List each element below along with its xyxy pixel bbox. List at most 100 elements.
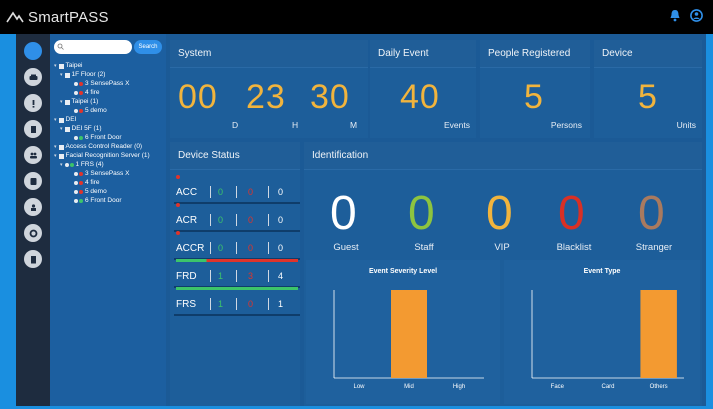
bell-icon[interactable] [669,9,681,22]
separator [236,186,237,198]
online-count: 0 [218,187,224,197]
tree-node-label: Facial Recognition Server (1) [65,152,150,159]
camera-icon [74,136,83,140]
device-status-row: FRD 1 3 4 [174,259,300,288]
system-days: 00 [178,78,218,116]
search-icon [57,43,64,50]
users-icon[interactable] [24,146,42,164]
icon-sidebar [16,34,50,406]
identification-count: 0 [638,187,665,240]
device-status-row: ACR 0 0 0 [174,203,300,232]
chart-bar[interactable] [640,290,677,378]
device-unit: Units [676,120,696,130]
home-icon[interactable] [24,42,42,60]
tree-node[interactable]: 5 demo [74,188,107,196]
tree-node[interactable]: ▾ 1F Floor (2) [60,71,105,79]
status-bar [176,259,298,262]
document-icon[interactable] [24,120,42,138]
row-divider [174,202,300,204]
settings-icon[interactable] [24,224,42,242]
app-logo[interactable]: SmartPASS [6,9,109,26]
row-divider [174,314,300,316]
tree-node-label: 4 fire [85,89,100,96]
chevron-down-icon[interactable]: ▾ [60,125,63,133]
chevron-down-icon[interactable]: ▾ [54,143,57,151]
tree-node[interactable]: ▾ Facial Recognition Server (1) [54,152,150,160]
dashboard: System 00 23 30 D H M Daily Event 40 Eve… [166,34,706,406]
building-icon [58,63,64,69]
separator [210,298,211,310]
search-button[interactable]: Search [134,40,162,54]
offline-count: 0 [248,215,254,225]
camera-icon [74,172,83,176]
device-value: 5 [638,78,658,116]
device-status-panel: Device Status ACC 0 0 0 ACR 0 0 0 ACCR 0 0 0 FRD 1 3 4 F… [170,142,300,406]
system-d-label: D [232,120,239,130]
user-icon[interactable] [690,9,703,22]
offline-count: 3 [248,271,254,281]
tree-node[interactable]: ▾ Taipei (1) [60,98,98,106]
tree-node[interactable]: 4 fire [74,89,99,97]
id-card-icon[interactable] [24,172,42,190]
tree-node[interactable]: 6 Front Door [74,197,122,205]
online-count: 0 [218,243,224,253]
identification-title: Identification [304,142,702,170]
chevron-down-icon[interactable]: ▾ [54,116,57,124]
chevron-down-icon[interactable]: ▾ [54,152,57,160]
chevron-down-icon[interactable]: ▾ [60,71,63,79]
tree-node[interactable]: 6 Front Door [74,134,122,142]
tree-node[interactable]: ▾ 1 FRS (4) [60,161,104,169]
chevron-down-icon[interactable]: ▾ [60,161,63,169]
device-status-row: FRS 1 0 1 [174,287,300,316]
x-tick-label: High [453,384,465,390]
tree-node[interactable]: ▾ Access Control Reader (0) [54,143,142,151]
identification-count: 0 [408,187,435,240]
separator [268,214,269,226]
chart-bar[interactable] [391,290,427,378]
device-panel: Device 5 Units [594,40,702,138]
visitor-icon[interactable] [24,198,42,216]
tree-node[interactable]: 4 fire [74,179,99,187]
separator [236,298,237,310]
chevron-down-icon[interactable]: ▾ [54,62,57,70]
building-icon[interactable] [24,250,42,268]
system-h-label: H [292,120,299,130]
tree-node[interactable]: ▾ DEI [54,116,76,124]
separator [236,270,237,282]
identification-count: 0 [486,187,513,240]
daily-event-title: Daily Event [370,40,476,68]
x-tick-label: Others [650,384,668,390]
separator [210,186,211,198]
alert-icon[interactable] [24,94,42,112]
system-hours: 23 [246,78,286,116]
chevron-down-icon[interactable]: ▾ [60,98,63,106]
tree-node[interactable]: ▾ Taipei [54,62,83,70]
identification-count: 0 [558,187,585,240]
device-type-label: FRD [176,271,197,282]
status-bar [176,175,180,179]
tree-node-label: 6 Front Door [85,197,122,204]
car-icon[interactable] [24,68,42,86]
daily-event-value: 40 [400,78,440,116]
x-tick-label: Low [353,384,365,390]
x-tick-label: Face [551,384,565,390]
people-registered-unit: Persons [550,120,582,130]
tree-node[interactable]: 3 SensePass X [74,80,129,88]
tree-node-label: 1 FRS (4) [75,161,104,168]
x-tick-label: Card [601,384,614,390]
device-type-label: FRS [176,299,196,310]
identification-panel: Identification 0 Guest 0 Staff 0 VIP 0 Blacklis… [304,142,702,406]
people-registered-title: People Registered [480,40,590,68]
system-title: System [170,40,368,68]
system-minutes: 30 [310,78,350,116]
status-bar [176,287,298,290]
camera-icon [74,199,83,203]
tree-node-label: DEI [65,116,77,123]
tree-node-label: Access Control Reader (0) [65,143,143,150]
total-count: 0 [278,215,284,225]
tree-node[interactable]: 3 SensePass X [74,170,129,178]
device-status-row: ACC 0 0 0 [174,175,300,204]
search-input[interactable] [54,40,132,54]
tree-node[interactable]: ▾ DEI 5F (1) [60,125,102,133]
tree-node[interactable]: 5 demo [74,107,107,115]
